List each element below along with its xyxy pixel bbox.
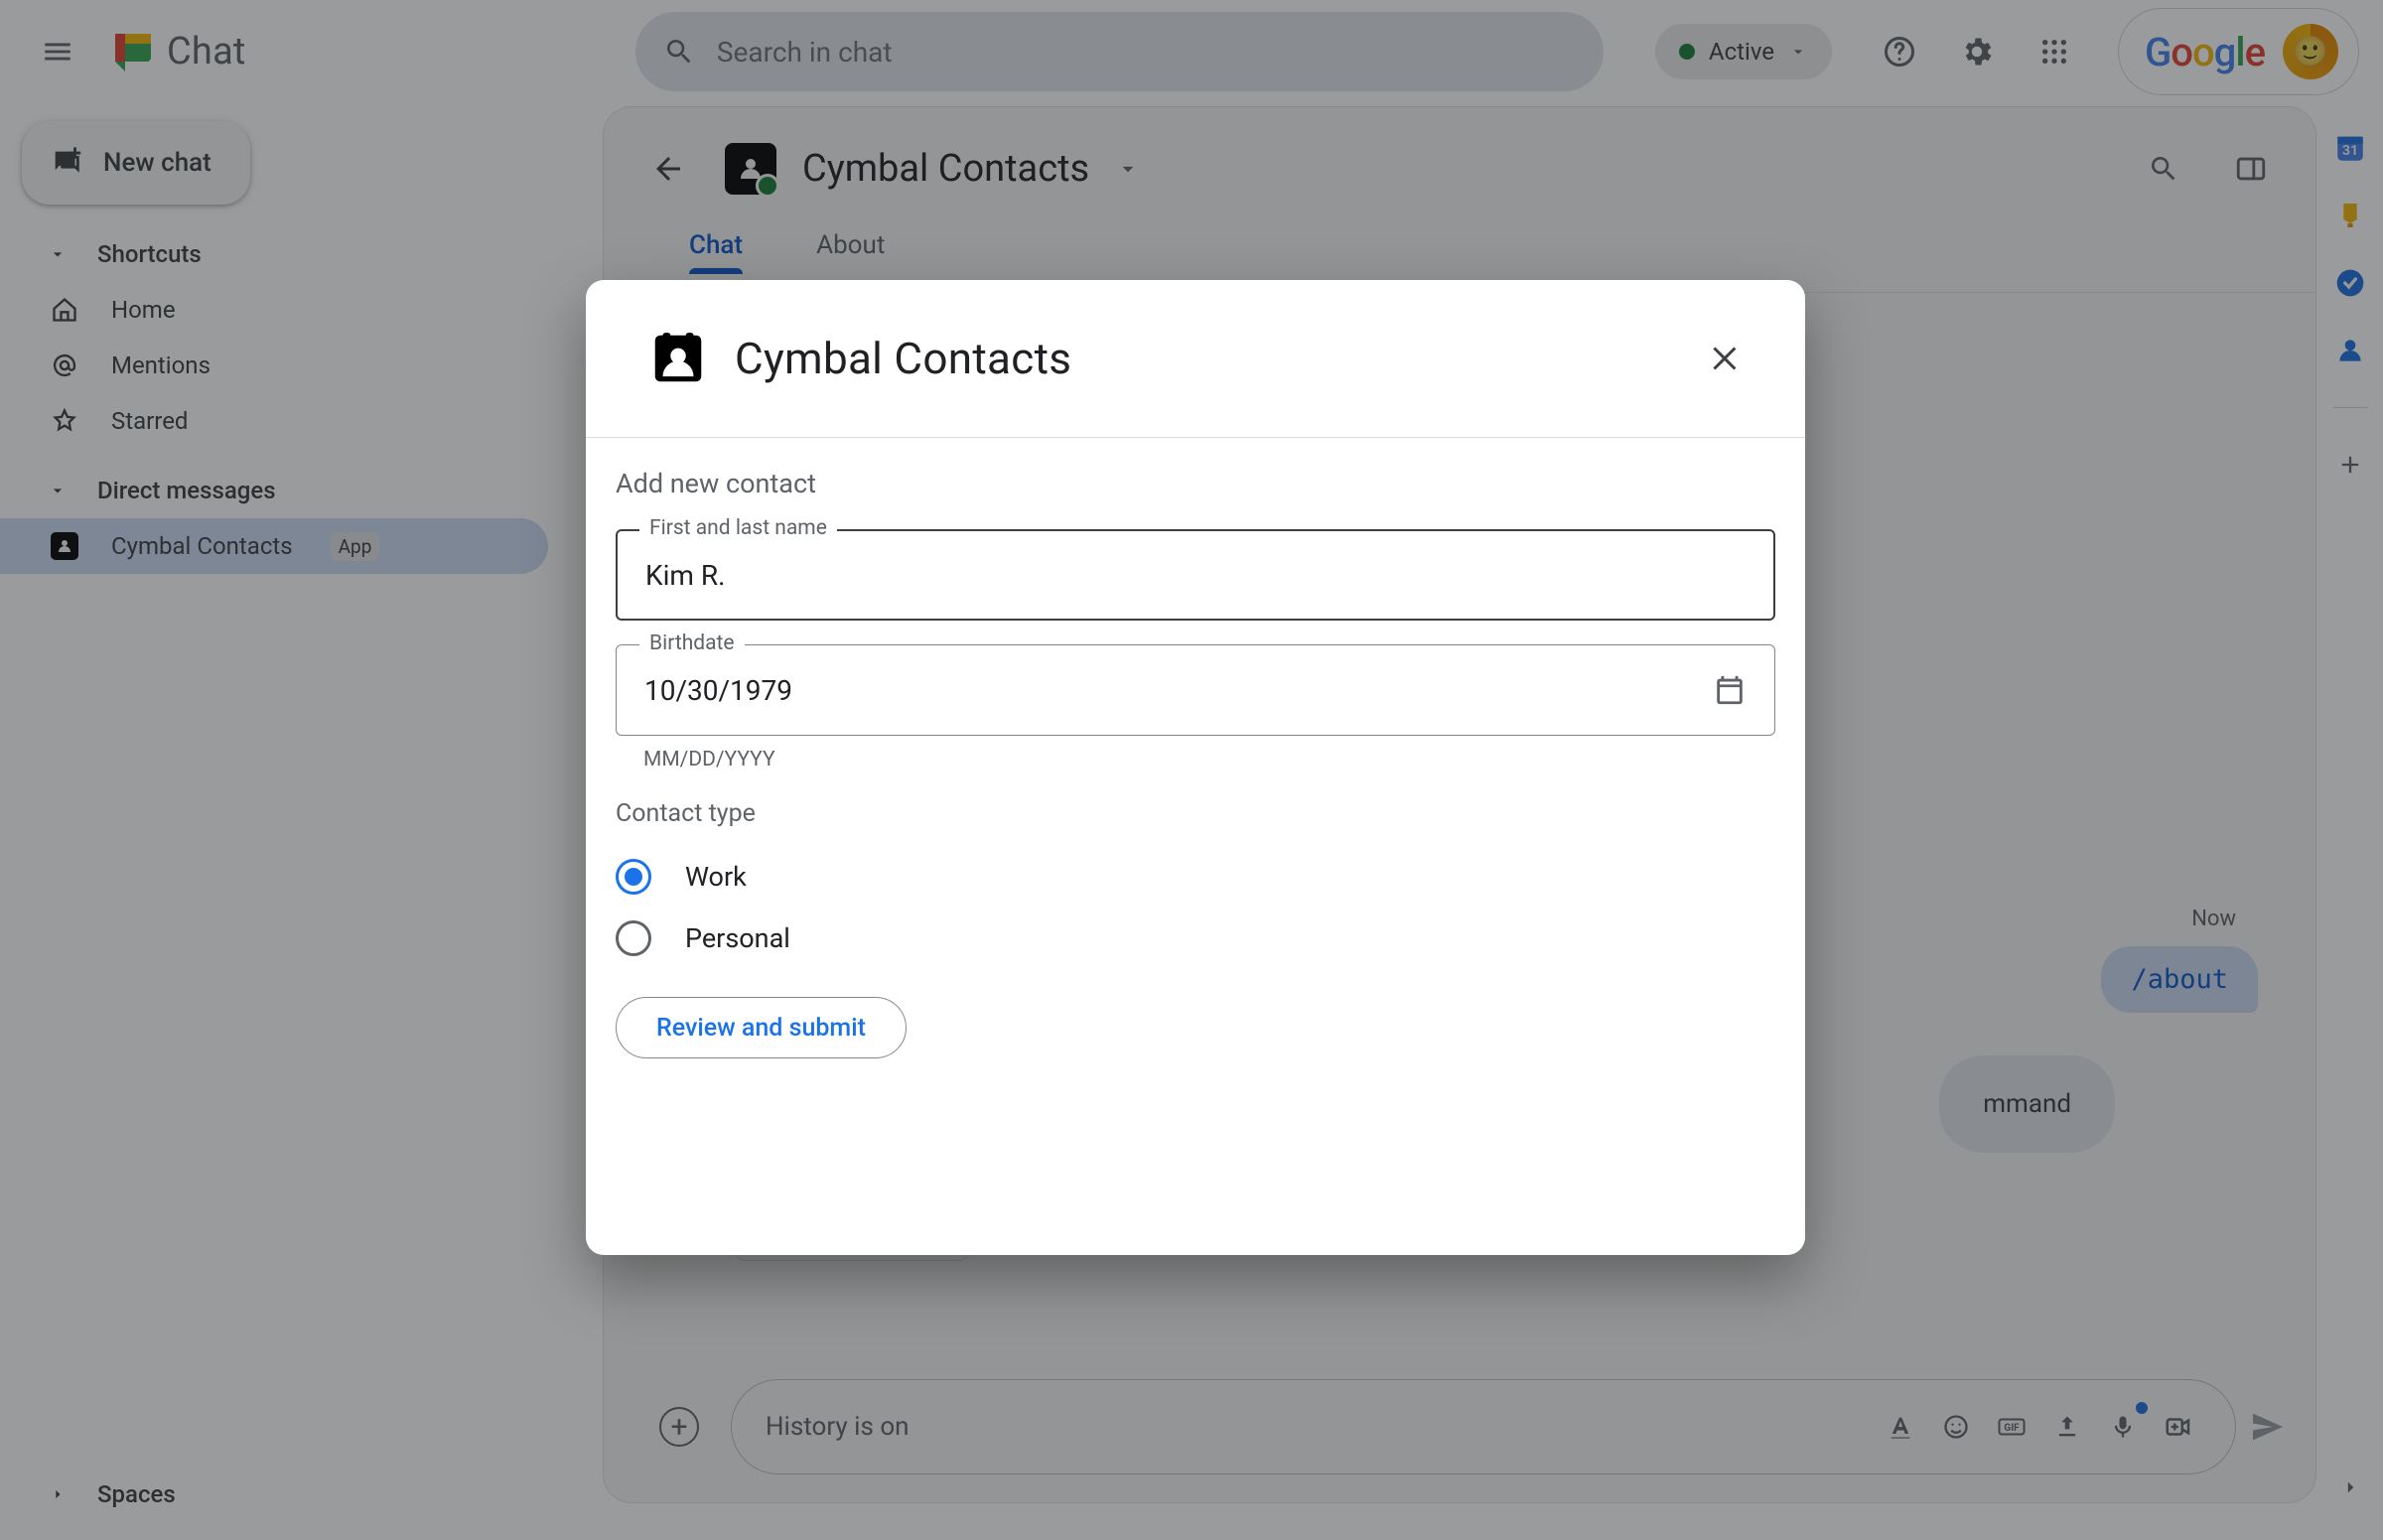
close-icon [1709,341,1745,376]
name-input[interactable] [645,559,1746,592]
add-contact-dialog: Cymbal Contacts Add new contact First an… [586,280,1805,1255]
dialog-subtitle: Add new contact [616,468,1775,499]
birthdate-label: Birthdate [639,631,745,655]
name-label: First and last name [639,516,837,540]
radio-icon [616,920,651,956]
radio-icon [616,859,651,895]
radio-work[interactable]: Work [616,846,1775,908]
date-picker-button[interactable] [1713,673,1747,707]
radio-personal[interactable]: Personal [616,908,1775,969]
birthdate-input[interactable] [644,674,1699,707]
birthdate-field: Birthdate [616,644,1775,736]
dialog-title: Cymbal Contacts [735,333,1071,384]
review-submit-button[interactable]: Review and submit [616,997,907,1058]
contact-type-label: Contact type [616,799,1775,828]
calendar-icon [1713,673,1747,707]
name-field: First and last name [616,529,1775,621]
birthdate-helper: MM/DD/YYYY [643,748,1775,771]
dialog-close-button[interactable] [1696,328,1757,389]
dialog-app-icon [647,328,709,389]
